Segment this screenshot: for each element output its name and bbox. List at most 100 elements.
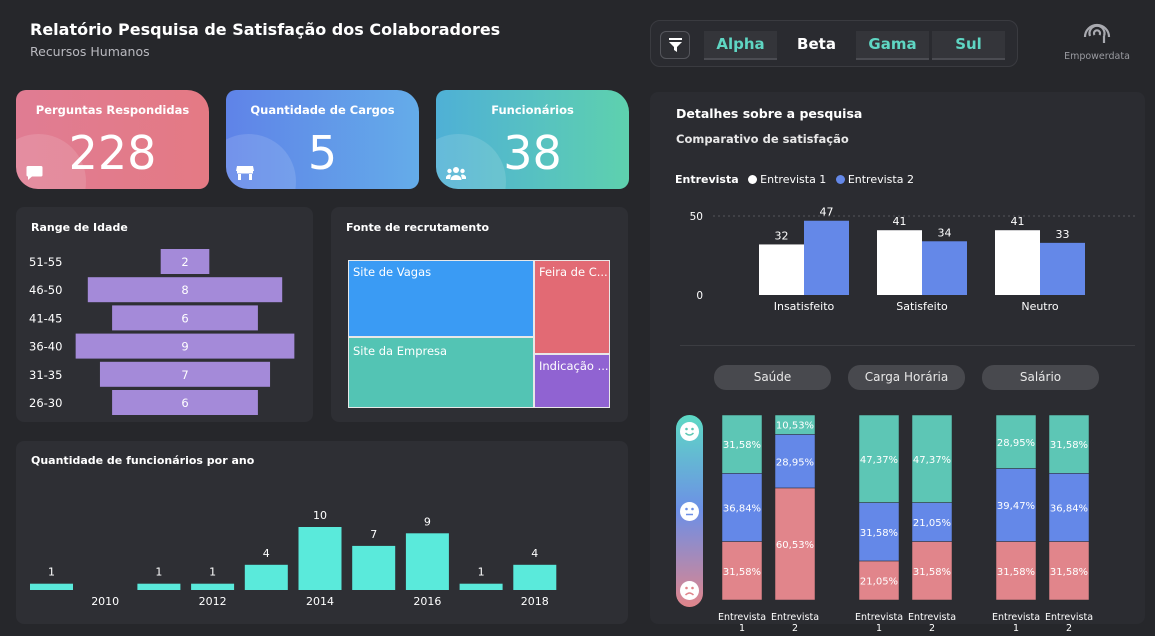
- panel-title: Detalhes sobre a pesquisa: [676, 106, 863, 121]
- stacked-bar-label: Entrevista: [855, 612, 903, 623]
- stacked-value: 31,58%: [1050, 440, 1088, 451]
- category-label: Insatisfeito: [774, 300, 835, 313]
- stacked-value: 60,53%: [776, 540, 814, 551]
- comparison-bar[interactable]: [759, 244, 804, 295]
- stacked-bar-label: 2: [929, 623, 935, 634]
- comparison-value: 32: [775, 229, 789, 242]
- year-bar[interactable]: [244, 564, 288, 590]
- legend-dot-1: [748, 175, 758, 184]
- year-bar[interactable]: [191, 583, 235, 590]
- year-bar[interactable]: [513, 564, 557, 590]
- kpi-label: Quantidade de Cargos: [250, 103, 395, 117]
- sad-face-icon: [680, 581, 699, 600]
- comparison-value: 33: [1056, 228, 1070, 241]
- happy-face-icon: [680, 422, 699, 441]
- stacked-value: 28,95%: [997, 438, 1035, 449]
- year-bar[interactable]: [137, 583, 181, 590]
- kpi-card-roles: Quantidade de Cargos 5: [226, 90, 419, 189]
- comparison-bar[interactable]: [995, 230, 1040, 295]
- stacked-value: 31,58%: [723, 440, 761, 451]
- treemap-cell-site-de-vagas[interactable]: Site de Vagas: [348, 260, 534, 337]
- year-value: 10: [313, 509, 327, 522]
- kpi-card-employees: Funcionários 38: [436, 90, 629, 189]
- year-value: 7: [370, 528, 377, 541]
- year-bar[interactable]: [459, 583, 503, 590]
- treemap-cell-feira[interactable]: Feira de C...: [534, 260, 610, 354]
- segment-beta[interactable]: Beta: [780, 31, 853, 60]
- page-subtitle: Recursos Humanos: [30, 44, 150, 59]
- age-label: 41-45: [29, 311, 62, 325]
- category-button-saude[interactable]: Saúde: [714, 365, 831, 390]
- store-icon: [236, 166, 254, 180]
- age-label: 51-55: [29, 255, 62, 269]
- year-axis-label: 2018: [521, 595, 549, 608]
- stacked-bar-label: Entrevista: [771, 612, 819, 623]
- comparison-bar[interactable]: [1040, 242, 1085, 295]
- segment-gama[interactable]: Gama: [856, 31, 929, 60]
- filter-icon: [669, 38, 682, 52]
- brand-logo: Empowerdata: [1052, 15, 1142, 70]
- comparison-bar[interactable]: [922, 241, 967, 295]
- year-bar[interactable]: [352, 545, 396, 590]
- year-value: 1: [48, 566, 55, 579]
- stacked-bar-label: 1: [739, 623, 745, 634]
- y-tick-label: 50: [690, 211, 703, 223]
- year-bar[interactable]: [30, 583, 73, 590]
- stacked-bar-label: 2: [792, 623, 798, 634]
- kpi-card-questions: Perguntas Respondidas 228: [16, 90, 209, 189]
- recruitment-source-panel: Fonte de recrutamento Site de Vagas Site…: [331, 207, 628, 422]
- category-button-carga-horaria[interactable]: Carga Horária: [848, 365, 965, 390]
- comparison-value: 34: [938, 226, 952, 239]
- stacked-value: 36,84%: [723, 504, 761, 515]
- age-label: 46-50: [29, 283, 62, 297]
- segment-alpha[interactable]: Alpha: [704, 31, 777, 60]
- stacked-value: 36,84%: [1050, 504, 1088, 515]
- y-tick-label: 0: [696, 290, 703, 302]
- age-value: 9: [181, 340, 188, 354]
- age-value: 2: [181, 255, 188, 269]
- employees-per-year-chart: 1 2010 1 1 2012 4 10 2014 7 9 2016 1 4 2018: [30, 509, 557, 608]
- comparison-value: 41: [1011, 215, 1025, 228]
- comparison-bar[interactable]: [877, 230, 922, 295]
- stacked-value: 47,37%: [860, 455, 898, 466]
- panel-subtitle: Comparativo de satisfação: [676, 132, 849, 146]
- comparison-bar[interactable]: [804, 220, 849, 295]
- category-label: Neutro: [1021, 300, 1059, 313]
- age-range-chart: 51-55 2 46-50 8 41-45 6 36-40 9 31-35 7 26-30 6: [29, 249, 295, 415]
- mood-scale: [676, 415, 703, 607]
- year-value: 1: [155, 566, 162, 579]
- age-value: 8: [181, 283, 188, 297]
- logo-text: Empowerdata: [1064, 51, 1130, 62]
- age-label: 26-30: [29, 396, 62, 410]
- year-bar[interactable]: [298, 527, 342, 590]
- satisfaction-comparison-chart: 50 0 32 47 Insatisfeito 41 34 Satisfeito 41 33 Neu…: [690, 206, 1135, 313]
- people-icon: [446, 167, 466, 180]
- treemap-cell-site-da-empresa[interactable]: Site da Empresa: [348, 337, 534, 408]
- category-button-salario[interactable]: Salário: [982, 365, 1099, 390]
- stacked-bar-label: Entrevista: [1045, 612, 1093, 623]
- year-value: 9: [424, 515, 431, 528]
- stacked-value: 31,58%: [997, 567, 1035, 578]
- comparison-value: 47: [820, 206, 834, 219]
- age-value: 6: [181, 396, 188, 410]
- stacked-bar-label: 1: [1013, 623, 1019, 634]
- legend-label-2: Entrevista 2: [847, 173, 914, 186]
- stacked-value: 39,47%: [997, 501, 1035, 512]
- year-value: 1: [478, 566, 485, 579]
- stacked-value: 31,58%: [860, 528, 898, 539]
- logo-icon: [1083, 23, 1111, 43]
- age-label: 36-40: [29, 340, 62, 354]
- legend-label-1: Entrevista 1: [760, 173, 827, 186]
- stacked-bar-label: Entrevista: [992, 612, 1040, 623]
- kpi-value: 5: [307, 126, 338, 180]
- kpi-label: Funcionários: [491, 103, 574, 117]
- filter-button[interactable]: [660, 31, 690, 59]
- stacked-satisfaction-chart: 31,58%36,84%31,58%Entrevista110,53%28,95…: [718, 414, 1093, 634]
- page-title: Relatório Pesquisa de Satisfação dos Col…: [30, 20, 501, 39]
- stacked-bar-label: Entrevista: [908, 612, 956, 623]
- employees-per-year-panel: Quantidade de funcionários por ano 1 2010…: [16, 441, 628, 624]
- year-bar[interactable]: [405, 533, 449, 590]
- treemap-cell-indicacao[interactable]: Indicação ...: [534, 354, 610, 408]
- segment-sul[interactable]: Sul: [932, 31, 1005, 60]
- year-axis-label: 2014: [306, 595, 334, 608]
